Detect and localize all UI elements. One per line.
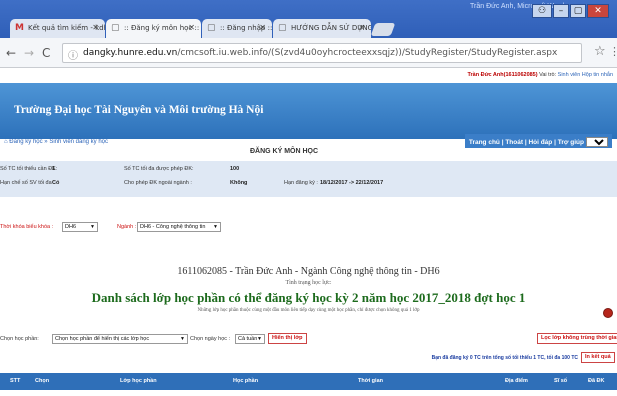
major-select[interactable]: DH6 - Công nghệ thông tin [137, 222, 221, 232]
top-links-text[interactable]: Trang chủ | Thoát | Hỏi đáp | Trợ giúp [469, 139, 584, 146]
th-thoi-gian: Thời gian [358, 378, 383, 384]
close-icon[interactable]: ✕ [259, 23, 266, 32]
page-icon: ▢ [111, 23, 120, 33]
reload-icon[interactable]: C [42, 46, 50, 60]
note: Những lớp học phần thuộc cùng một đầu mô… [197, 308, 420, 313]
deadline-label: Hạn đăng ký : [284, 180, 318, 186]
browser-tab-dang-nhap[interactable]: ▢ :: Đăng nhập :: ✕ [202, 19, 272, 38]
site-title: Trường Đại học Tài Nguyên và Môi trường … [14, 104, 264, 116]
gmail-icon: M [15, 23, 24, 33]
close-icon[interactable]: ✕ [92, 23, 99, 32]
browser-tab-dang-ky-mon-hoc[interactable]: ▢ :: Đăng ký môn học :: ✕ [106, 19, 201, 38]
course-select[interactable]: Chọn học phần để hiển thị các lớp học [52, 334, 188, 344]
th-hoc-phan: Học phần [233, 378, 259, 384]
url-domain: dangky.hunre.edu.vn [83, 48, 178, 58]
th-chon: Chọn [35, 378, 50, 384]
menu-kebab-icon[interactable]: ⋮ [609, 45, 617, 58]
forward-arrow-icon[interactable]: → [24, 46, 34, 60]
major-label: Ngành : [117, 224, 137, 230]
close-icon[interactable]: ✕ [188, 23, 195, 32]
table-header: STT Chọn Lớp học phần Học phần Thời gian… [0, 373, 617, 390]
new-tab-button[interactable] [370, 23, 396, 36]
cohort-label: Thời khóa biểu khóa : [0, 224, 54, 230]
user-icon[interactable]: ⚇ [532, 4, 552, 18]
deadline-value: 18/12/2017 -> 22/12/2017 [320, 180, 384, 186]
bookmark-star-icon[interactable]: ☆ [594, 44, 606, 59]
browser-tab-strip: Trần Đức Anh, Microsoft Word M Kết quả t… [0, 0, 617, 38]
page-title: ĐĂNG KÝ MÔN HỌC [250, 148, 319, 155]
show-classes-button[interactable]: Hiển thị lớp [268, 333, 307, 344]
info-icon[interactable]: ⓘ [68, 47, 78, 62]
maximize-icon[interactable]: ▢ [570, 4, 586, 18]
address-bar: ← → C ⓘ dangky.hunre.edu.vn/cmcsoft.iu.w… [0, 38, 617, 68]
user-role-label: Vai trò: [539, 72, 557, 78]
max-credits-value: 100 [230, 166, 240, 172]
day-label: Chọn ngày học : [190, 336, 231, 342]
summary-text: Bạn đã đăng ký 0 TC trên tổng số tối thi… [431, 355, 578, 361]
other-major-label: Cho phép ĐK ngoài ngành : [124, 180, 192, 186]
breadcrumb[interactable]: ⌂ Đăng ký học » Sinh viên đăng ký học [4, 139, 108, 145]
back-arrow-icon[interactable]: ← [6, 46, 16, 60]
url-path: /cmcsoft.iu.web.info/(S(zvd4u0oyhcroctee… [177, 48, 558, 58]
limit-value: Có [52, 180, 60, 186]
browser-tab-huong-dan[interactable]: ▢ HƯỚNG DẪN SỬ DỤNG ✕ [273, 19, 371, 38]
language-select[interactable]: VN [586, 137, 608, 147]
user-role-link[interactable]: Sinh viên Hộp tin nhắn [558, 72, 613, 78]
page-icon: ▢ [278, 23, 287, 33]
print-result-button[interactable]: In kết quả [581, 352, 615, 363]
browser-tab-gmail[interactable]: M Kết quả tìm kiếm - kdhc ✕ [10, 19, 105, 38]
day-select[interactable]: Cả tuần [235, 334, 265, 344]
list-title: Danh sách lớp học phần có thể đăng ký họ… [91, 290, 526, 305]
url-input[interactable]: ⓘ dangky.hunre.edu.vn/cmcsoft.iu.web.inf… [62, 43, 582, 63]
page-icon: ▢ [207, 23, 216, 33]
user-info: Trần Đức Anh(1611062085) Vai trò: Sinh v… [467, 72, 613, 78]
minimize-icon[interactable]: – [553, 4, 569, 18]
other-major-value: Không [230, 180, 248, 186]
top-links: Trang chủ | Thoát | Hỏi đáp | Trợ giúp V… [464, 134, 612, 148]
site-header: Trường Đại học Tài Nguyên và Môi trường … [0, 83, 617, 139]
th-si-so: Sĩ số [554, 378, 568, 384]
min-credits-value: 1 [52, 166, 56, 172]
limit-label: Hạn chế số SV tối đa : [0, 180, 55, 186]
window-close-icon[interactable]: ✕ [587, 4, 609, 18]
max-credits-label: Số TC tối đa được phép ĐK: [124, 166, 194, 172]
th-dia-diem: Địa điểm [505, 378, 528, 384]
th-lop-hoc-phan: Lớp học phần [120, 378, 157, 384]
th-stt: STT [10, 378, 21, 384]
course-label: Chọn học phần: [0, 336, 39, 342]
th-da-dk: Đã ĐK [588, 378, 605, 384]
user-name[interactable]: Trần Đức Anh(1611062085) [467, 72, 537, 78]
min-credits-label: Số TC tối thiểu cần ĐK: [0, 166, 58, 172]
filter-no-conflict-button[interactable]: Lọc lớp không trùng thời gian [537, 333, 617, 344]
close-icon[interactable]: ✕ [358, 23, 365, 32]
cohort-select[interactable]: DH6 [62, 222, 98, 232]
status-line: Tình trạng học lực: [285, 280, 332, 286]
window-controls: ⚇ – ▢ ✕ [532, 4, 609, 18]
web-page: Trần Đức Anh(1611062085) Vai trò: Sinh v… [0, 69, 617, 396]
student-line: 1611062085 - Trần Đức Anh - Ngành Công n… [177, 266, 440, 277]
registration-info: Số TC tối thiểu cần ĐK: 1 Số TC tối đa đ… [0, 161, 617, 197]
